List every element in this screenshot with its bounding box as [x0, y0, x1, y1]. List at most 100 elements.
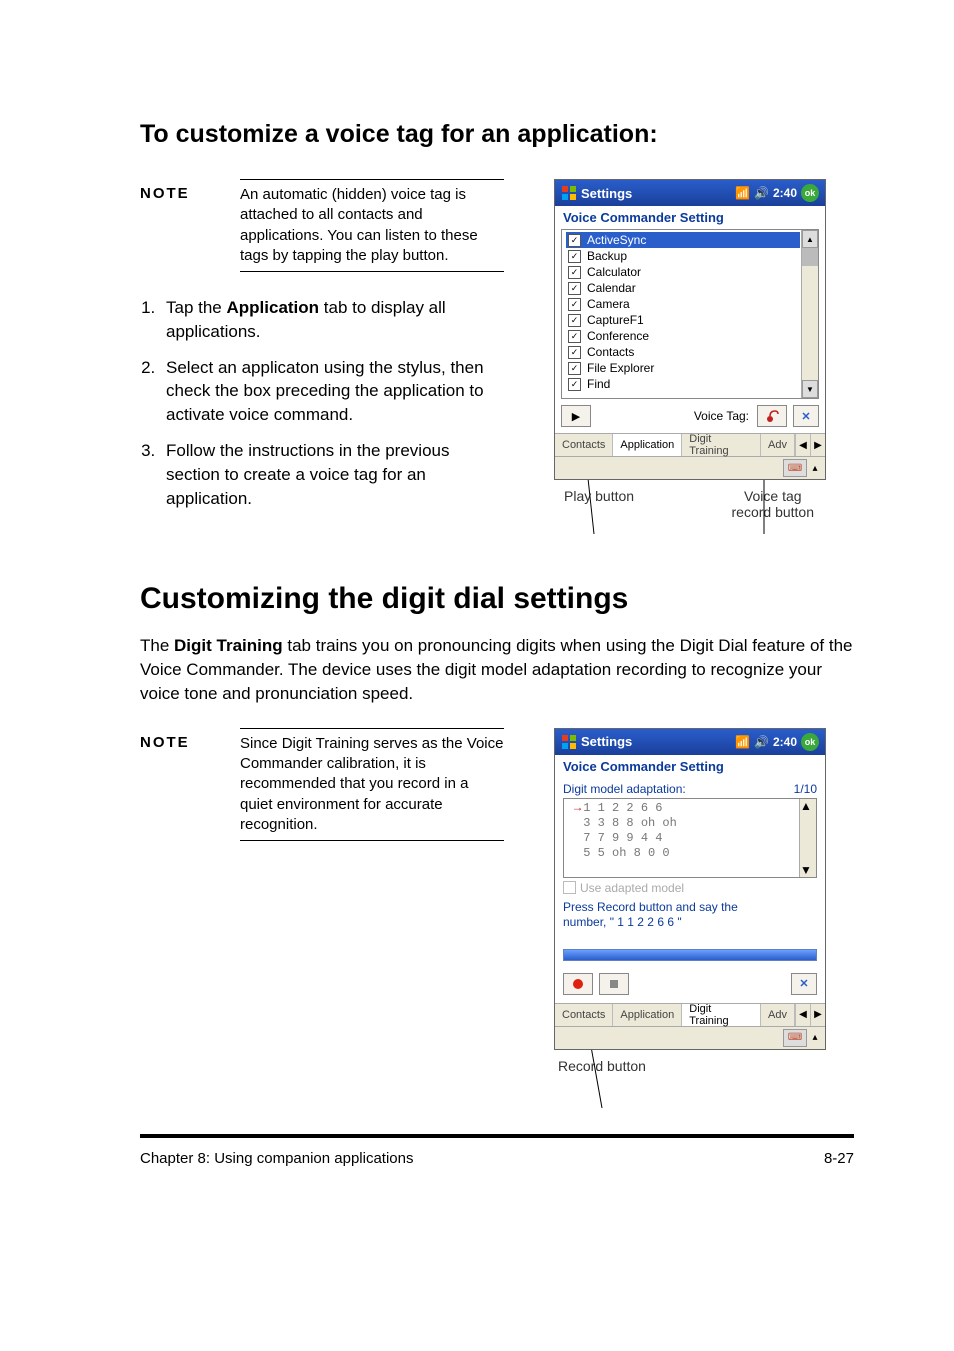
list-item[interactable]: ✓Camera [566, 296, 800, 312]
play-button[interactable]: ▶ [561, 405, 591, 427]
tab-digit-training[interactable]: Digit Training [682, 434, 761, 456]
step-1: Tap the Application tab to display all a… [160, 296, 504, 344]
scroll-thumb[interactable] [802, 248, 818, 266]
signal-icon: 📶 [735, 735, 750, 749]
list-item[interactable]: ✓Conference [566, 328, 800, 344]
tab-contacts-2[interactable]: Contacts [555, 1004, 613, 1026]
use-adapted-row[interactable]: Use adapted model [555, 878, 825, 898]
digit-row-label: 3 3 8 8 oh oh [583, 816, 677, 830]
list-item[interactable]: ✓ActiveSync [566, 232, 800, 248]
scroll-down-icon[interactable]: ▼ [802, 380, 818, 398]
list-item-label: Calendar [587, 281, 636, 295]
tab-scroll-left-icon[interactable]: ◀ [795, 1004, 810, 1026]
scroll-up-icon[interactable]: ▲ [800, 799, 816, 813]
wm-subtitle: Voice Commander Setting [555, 206, 825, 229]
step-3: Follow the instructions in the previous … [160, 439, 504, 510]
volume-icon: 🔊 [754, 735, 769, 749]
scrollbar[interactable]: ▲ ▼ [801, 230, 818, 398]
progress-bar [563, 949, 817, 961]
tab-advanced-2[interactable]: Adv [761, 1004, 795, 1026]
digit-field-label: Digit model adaptation: [563, 782, 686, 796]
list-item[interactable]: ✓File Explorer [566, 360, 800, 376]
sip-up-icon[interactable]: ▴ [809, 1032, 821, 1043]
tab-digit-training-2[interactable]: Digit Training [682, 1004, 761, 1026]
list-item[interactable]: ✓Calendar [566, 280, 800, 296]
section2-title: Customizing the digit dial settings [140, 582, 854, 616]
keyboard-icon[interactable]: ⌨ [783, 459, 807, 477]
note1-text: An automatic (hidden) voice tag is attac… [240, 179, 504, 272]
tab-contacts[interactable]: Contacts [555, 434, 613, 456]
step1-a: Tap the [166, 298, 227, 317]
list-item-label: File Explorer [587, 361, 654, 375]
callout-record-tag: Voice tag record button [732, 488, 815, 520]
digit-row[interactable]: →3 3 8 8 oh oh [574, 816, 798, 831]
list-item-label: Contacts [587, 345, 634, 359]
tab-scroll-right-icon[interactable]: ▶ [810, 434, 825, 456]
tab-application[interactable]: Application [613, 434, 682, 456]
list-item-label: Backup [587, 249, 627, 263]
digit-row-label: 1 1 2 2 6 6 [583, 801, 662, 815]
signal-icon: 📶 [735, 186, 750, 200]
ok-button[interactable]: ok [801, 184, 819, 202]
sip-up-icon[interactable]: ▴ [809, 463, 821, 474]
digit-row[interactable]: →7 7 9 9 4 4 [574, 831, 798, 846]
wm-bottombar: ⌨ ▴ [555, 456, 825, 479]
start-flag-icon[interactable] [561, 734, 577, 750]
digit-row[interactable]: →1 1 2 2 6 6 [574, 801, 798, 816]
wm-titlebar: Settings 📶 🔊 2:40 ok [555, 180, 825, 206]
stop-button[interactable] [599, 973, 629, 995]
digit-hint: Press Record button and say the number, … [555, 898, 825, 931]
delete-recording-button[interactable]: ✕ [791, 973, 817, 995]
callout-record-button: Record button [554, 1058, 824, 1074]
scroll-up-icon[interactable]: ▲ [802, 230, 818, 248]
note-label-2: NOTE [140, 728, 220, 841]
scroll-down-icon[interactable]: ▼ [800, 863, 816, 877]
wm-subtitle-2: Voice Commander Setting [555, 755, 825, 778]
tab-scroll-right-icon[interactable]: ▶ [810, 1004, 825, 1026]
note-block-1: NOTE An automatic (hidden) voice tag is … [140, 179, 504, 272]
note-label: NOTE [140, 179, 220, 272]
digit-row-label: 5 5 oh 8 0 0 [583, 846, 669, 860]
digit-row-label: 7 7 9 9 4 4 [583, 831, 662, 845]
scrollbar-2[interactable]: ▲ ▼ [799, 799, 816, 877]
use-adapted-checkbox[interactable] [563, 881, 576, 894]
footer-left: Chapter 8: Using companion applications [140, 1150, 414, 1167]
list-item[interactable]: ✓Find [566, 376, 800, 392]
application-listbox[interactable]: ✓ActiveSync ✓Backup ✓Calculator ✓Calenda… [561, 229, 819, 399]
start-flag-icon[interactable] [561, 185, 577, 201]
step1-b: Application [227, 298, 320, 317]
digit-counter: 1/10 [794, 782, 817, 796]
use-adapted-label: Use adapted model [580, 881, 684, 895]
callout-play: Play button [564, 488, 634, 520]
tab-scroll-left-icon[interactable]: ◀ [795, 434, 810, 456]
clock-text-2: 2:40 [773, 735, 797, 749]
clock-text: 2:40 [773, 186, 797, 200]
wm-tabstrip: Contacts Application Digit Training Adv … [555, 433, 825, 456]
list-item[interactable]: ✓Calculator [566, 264, 800, 280]
list-item[interactable]: ✓CaptureF1 [566, 312, 800, 328]
list-item[interactable]: ✓Contacts [566, 344, 800, 360]
voice-tag-record-button[interactable] [757, 405, 787, 427]
keyboard-icon[interactable]: ⌨ [783, 1029, 807, 1047]
list-item-label: Camera [587, 297, 630, 311]
callout-row-1: Play button Voice tag record button [554, 488, 824, 520]
wm-tabstrip-2: Contacts Application Digit Training Adv … [555, 1003, 825, 1026]
list-item-label: Find [587, 377, 610, 391]
note-block-2: NOTE Since Digit Training serves as the … [140, 728, 504, 841]
record-button[interactable] [563, 973, 593, 995]
digit-hint-l1: Press Record button and say the [563, 900, 738, 914]
ok-button-2[interactable]: ok [801, 733, 819, 751]
page-footer: Chapter 8: Using companion applications … [140, 1134, 854, 1167]
list-item[interactable]: ✓Backup [566, 248, 800, 264]
digit-row[interactable]: →5 5 oh 8 0 0 [574, 846, 798, 861]
tab-application-2[interactable]: Application [613, 1004, 682, 1026]
tab-advanced[interactable]: Adv [761, 434, 795, 456]
wm-titlebar-2: Settings 📶 🔊 2:40 ok [555, 729, 825, 755]
wm-title-2: Settings [581, 734, 632, 749]
wm-title: Settings [581, 186, 632, 201]
digit-listbox[interactable]: →1 1 2 2 6 6 →3 3 8 8 oh oh →7 7 9 9 4 4… [563, 798, 817, 878]
para-b: Digit Training [174, 636, 283, 655]
note2-text: Since Digit Training serves as the Voice… [240, 728, 504, 841]
scroll-thumb[interactable] [800, 813, 816, 827]
delete-voice-tag-button[interactable]: ✕ [793, 405, 819, 427]
